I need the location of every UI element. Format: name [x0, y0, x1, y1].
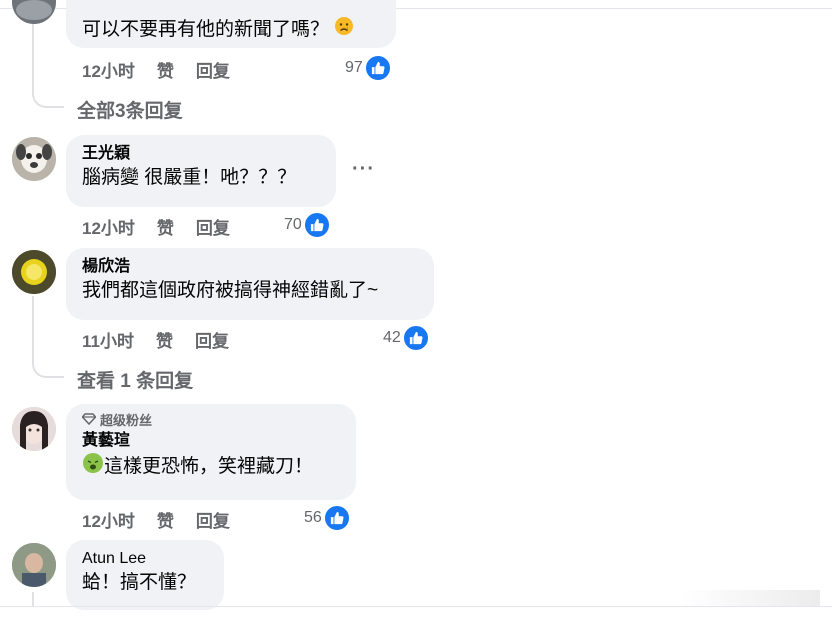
- view-replies-link[interactable]: 全部3条回复: [77, 96, 183, 123]
- like-button[interactable]: 赞: [157, 214, 174, 239]
- comment-text: 我們都這個政府被搞得神經錯亂了~: [82, 280, 379, 301]
- watermark-fade: [680, 590, 820, 606]
- avatar[interactable]: [12, 407, 56, 451]
- thread-connector: [32, 92, 64, 108]
- thumbs-up-icon: [303, 212, 330, 238]
- comment-author[interactable]: 黃藝瑄: [82, 430, 340, 452]
- thread-line: [32, 296, 34, 364]
- comment-text: 腦病變 很嚴重！吔？？？: [82, 167, 297, 188]
- diamond-icon: [81, 412, 97, 430]
- thumbs-up-icon: [402, 325, 429, 351]
- avatar[interactable]: [12, 0, 56, 24]
- view-replies-link[interactable]: 查看 1 条回复: [77, 366, 193, 393]
- reply-button[interactable]: 回复: [195, 327, 229, 352]
- like-button[interactable]: 赞: [156, 327, 173, 352]
- comment-time[interactable]: 11小时: [82, 327, 134, 352]
- comment-author[interactable]: Atun Lee: [82, 548, 208, 570]
- reaction-count[interactable]: 97: [345, 55, 391, 81]
- more-options-button[interactable]: ···: [352, 158, 375, 181]
- comment-author[interactable]: 王光穎: [82, 143, 320, 165]
- comment-actions: 12小时 赞 回复: [82, 507, 252, 532]
- comment-text: 蛤！搞不懂？: [82, 572, 197, 593]
- thread-line: [32, 22, 34, 94]
- reaction-count[interactable]: 56: [304, 505, 350, 531]
- comment-text: 可以不要再有他的新聞了嗎？: [82, 16, 380, 44]
- top-fan-badge: 超级粉丝: [81, 412, 340, 430]
- comment-bubble: Atun Lee 蛤！搞不懂？: [66, 540, 224, 610]
- like-button[interactable]: 赞: [157, 57, 174, 82]
- comment-bubble: 王光穎 腦病變 很嚴重！吔？？？: [66, 135, 336, 207]
- bottom-divider: [0, 606, 832, 607]
- sad-face-emoji: [334, 16, 354, 44]
- avatar[interactable]: [12, 543, 56, 587]
- avatar[interactable]: [12, 250, 56, 294]
- comment-bubble: 超级粉丝 黃藝瑄 這樣更恐怖，笑裡藏刀！: [66, 404, 356, 500]
- comment-time[interactable]: 12小时: [82, 57, 135, 82]
- comment-author[interactable]: 楊欣浩: [82, 256, 418, 278]
- like-button[interactable]: 赞: [157, 507, 174, 532]
- reaction-count[interactable]: 70: [284, 212, 330, 238]
- comment-bubble: 可以不要再有他的新聞了嗎？: [66, 0, 396, 48]
- comment-actions: 12小时 赞 回复: [82, 214, 252, 239]
- avatar[interactable]: [12, 137, 56, 181]
- nauseated-face-emoji: [82, 452, 104, 482]
- comment-bubble: 楊欣浩 我們都這個政府被搞得神經錯亂了~: [66, 248, 434, 320]
- thread-connector: [32, 362, 64, 378]
- thumbs-up-icon: [364, 55, 391, 81]
- reaction-count[interactable]: 42: [383, 325, 429, 351]
- comment-actions: 12小时 赞 回复: [82, 57, 252, 82]
- reply-button[interactable]: 回复: [196, 507, 230, 532]
- thread-line: [32, 592, 34, 606]
- comment-time[interactable]: 12小时: [82, 214, 135, 239]
- reply-button[interactable]: 回复: [196, 214, 230, 239]
- comment-time[interactable]: 12小时: [82, 507, 135, 532]
- comment-actions: 11小时 赞 回复: [82, 327, 251, 352]
- reply-button[interactable]: 回复: [196, 57, 230, 82]
- comment-text: 這樣更恐怖，笑裡藏刀！: [82, 452, 340, 482]
- thumbs-up-icon: [323, 505, 350, 531]
- comment-author[interactable]: [82, 0, 380, 16]
